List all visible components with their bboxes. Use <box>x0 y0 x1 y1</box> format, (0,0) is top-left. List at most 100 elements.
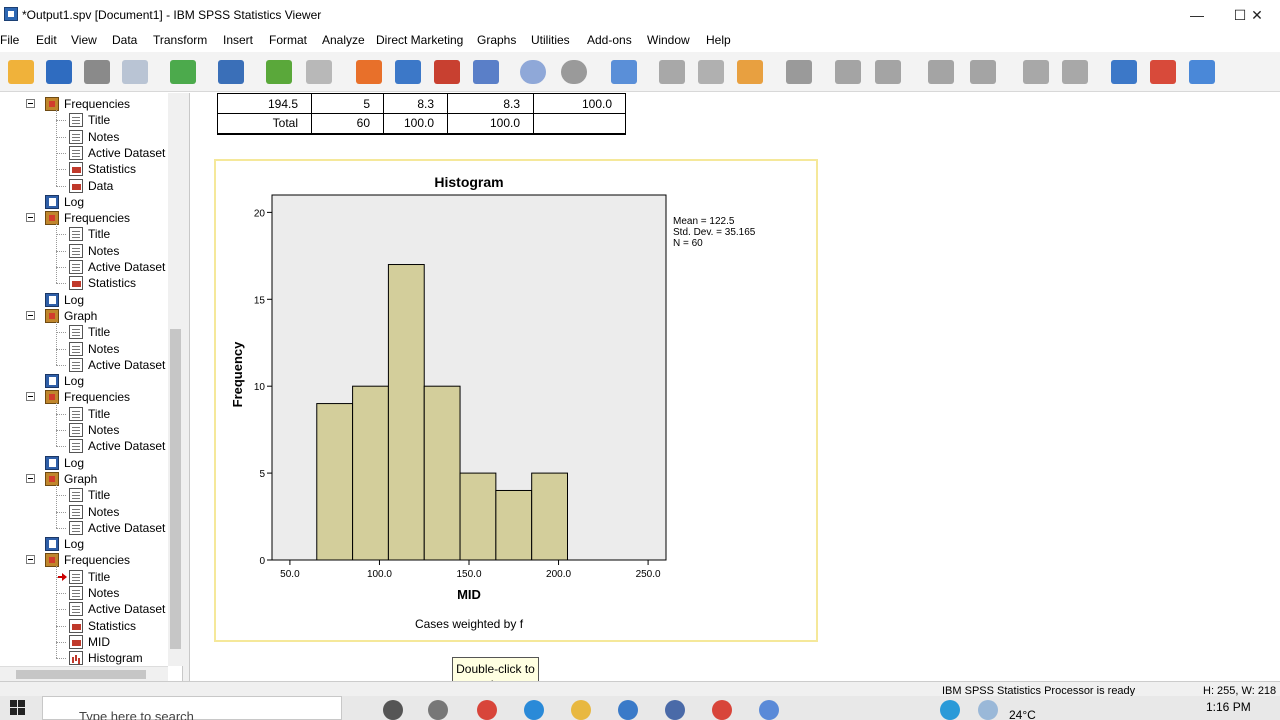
outline-item-label: Title <box>88 569 111 584</box>
script-button[interactable] <box>734 57 766 87</box>
book-icon <box>45 211 59 226</box>
open-button[interactable] <box>5 57 37 87</box>
chrome-profile-icon[interactable] <box>712 700 732 720</box>
network-icon[interactable] <box>940 700 960 720</box>
undo-button[interactable] <box>263 57 295 87</box>
insert-title-button[interactable] <box>1147 57 1179 87</box>
menu-format[interactable]: Format <box>269 33 307 47</box>
pane-splitter[interactable] <box>183 93 190 681</box>
collapse-toggle[interactable] <box>26 213 35 223</box>
histogram-bar <box>316 403 354 561</box>
insert-text-button[interactable] <box>1186 57 1218 87</box>
menu-transform[interactable]: Transform <box>153 33 207 47</box>
tree-connector <box>56 120 66 122</box>
scrollbar-thumb[interactable] <box>170 329 181 649</box>
spss-taskbar-icon[interactable] <box>759 700 779 720</box>
hide-button[interactable] <box>1059 57 1091 87</box>
expand-button[interactable] <box>925 57 957 87</box>
export-button[interactable] <box>167 57 199 87</box>
collapse-toggle[interactable] <box>26 473 35 483</box>
tree-connector <box>56 495 66 497</box>
menu-graphs[interactable]: Graphs <box>477 33 516 47</box>
tree-connector <box>56 446 66 448</box>
menu-file[interactable]: File <box>0 33 19 47</box>
x-axis-label: MID <box>457 587 481 602</box>
menu-edit[interactable]: Edit <box>36 33 57 47</box>
preview-icon <box>122 60 148 84</box>
windows-start-icon[interactable] <box>10 700 26 716</box>
export-icon <box>170 60 196 84</box>
edge-icon[interactable] <box>524 700 544 720</box>
app-icon[interactable] <box>665 700 685 720</box>
print-preview-button[interactable] <box>119 57 151 87</box>
menu-window[interactable]: Window <box>647 33 690 47</box>
menu-help[interactable]: Help <box>706 33 731 47</box>
collapse-button[interactable] <box>967 57 999 87</box>
tree-connector <box>56 403 57 447</box>
table-cell: 8.3 <box>383 93 448 114</box>
close-button[interactable]: ✕ <box>1234 0 1280 30</box>
store-icon[interactable] <box>618 700 638 720</box>
menu-view[interactable]: View <box>71 33 97 47</box>
histogram-bar <box>352 385 389 561</box>
show-output-button[interactable] <box>783 57 815 87</box>
outline-item-label: Statistics <box>88 162 137 177</box>
scrollbar-thumb[interactable] <box>16 670 146 679</box>
widgets-icon[interactable] <box>428 700 448 720</box>
collapse-toggle[interactable] <box>26 392 35 402</box>
chrome-icon[interactable] <box>477 700 497 720</box>
outline-item-label: Active Dataset <box>88 602 166 617</box>
goto-case-button[interactable] <box>392 57 424 87</box>
collapse-toggle[interactable] <box>26 555 35 565</box>
menu-add-ons[interactable]: Add-ons <box>587 33 632 47</box>
outline-item-label: Active Dataset <box>88 260 166 274</box>
show-button[interactable] <box>1020 57 1052 87</box>
file-explorer-icon[interactable] <box>571 700 591 720</box>
collapse-toggle[interactable] <box>26 99 35 108</box>
show-all-variables-button[interactable] <box>558 57 590 87</box>
menu-direct-marketing[interactable]: Direct Marketing <box>376 33 463 47</box>
insert-heading-button[interactable] <box>1108 57 1140 87</box>
y-tick-label: 0 <box>259 556 265 567</box>
outline-pane: Frequencies Title Notes Active Dataset Stati… <box>0 93 183 681</box>
histogram-chart[interactable]: 0 5 10 15 20 50.0 100.0 150.0 200.0 250.0 Histogra… <box>214 159 818 642</box>
tree-connector <box>56 152 66 154</box>
print-button[interactable] <box>81 57 113 87</box>
menu-utilities[interactable]: Utilities <box>531 33 570 47</box>
statistics-icon <box>69 276 83 291</box>
goto-variable-button[interactable] <box>431 57 463 87</box>
taskbar-search-box[interactable]: Type here to search <box>42 696 342 720</box>
collapse-toggle[interactable] <box>26 310 35 320</box>
redo-button[interactable] <box>303 57 335 87</box>
task-view-icon[interactable] <box>383 700 403 720</box>
next-button[interactable] <box>872 57 904 87</box>
minimize-button[interactable]: — <box>1174 0 1220 30</box>
x-tick-label: 200.0 <box>546 569 571 580</box>
use-sets-button[interactable] <box>517 57 549 87</box>
previous-button[interactable] <box>832 57 864 87</box>
outline-horizontal-scrollbar[interactable] <box>0 666 168 681</box>
taskbar-clock[interactable]: 1:16 PM <box>1206 700 1251 714</box>
menu-insert[interactable]: Insert <box>223 33 253 47</box>
designate-window-button[interactable] <box>656 57 688 87</box>
weather-icon[interactable] <box>978 700 998 720</box>
outline-item-label: Notes <box>88 586 120 600</box>
tree-connector <box>56 250 66 252</box>
promote-button[interactable] <box>695 57 727 87</box>
menu-analyze[interactable]: Analyze <box>322 33 365 47</box>
tree-connector <box>56 625 66 627</box>
tree-connector <box>56 283 66 285</box>
variables-button[interactable] <box>470 57 502 87</box>
frequency-table[interactable]: 194.5 5 8.3 8.3 100.0 Total 60 100.0 100… <box>217 93 626 135</box>
tree-connector <box>56 641 66 643</box>
save-button[interactable] <box>43 57 75 87</box>
table-icon <box>69 178 83 193</box>
spelling-button[interactable] <box>608 57 640 87</box>
spelling-icon <box>611 60 637 84</box>
outline-vertical-scrollbar[interactable] <box>168 93 183 666</box>
goto-data-button[interactable] <box>353 57 385 87</box>
log-icon <box>45 194 59 209</box>
tree-connector <box>56 348 66 350</box>
menu-data[interactable]: Data <box>112 33 137 47</box>
recall-dialog-button[interactable] <box>215 57 247 87</box>
